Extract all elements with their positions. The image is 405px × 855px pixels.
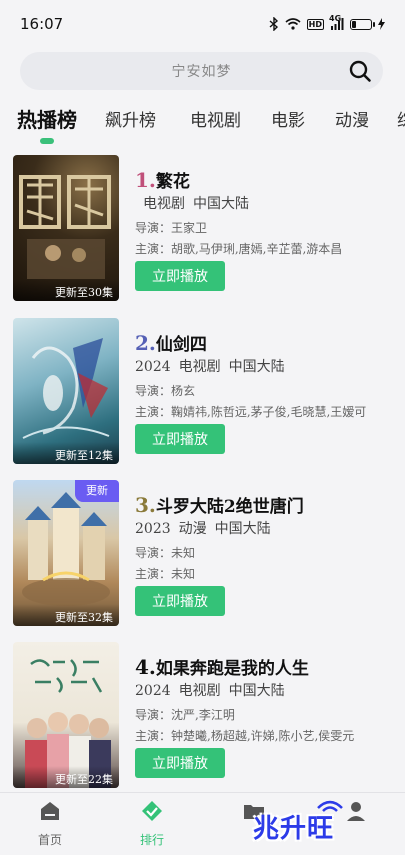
item-meta: 2024 电视剧 中国大陆 [135, 680, 285, 700]
update-label: 更新至22集 [13, 766, 119, 788]
play-button[interactable]: 立即播放 [135, 261, 225, 291]
item-region: 中国大陆 [193, 196, 249, 212]
tab-indicator [40, 138, 54, 144]
item-cast: 主演：鞠婧祎,陈哲远,茅子俊,毛晓慧,王嫒可 [135, 405, 367, 419]
search-icon[interactable] [348, 59, 372, 83]
title-text: 仙剑四 [155, 335, 207, 355]
update-badge: 更新 [75, 480, 119, 502]
item-cast: 主演：未知 [135, 567, 196, 581]
nav-home[interactable]: 首页 [20, 799, 80, 848]
item-region: 中国大陆 [214, 521, 271, 537]
rank-number: 2. [135, 331, 156, 355]
ranking-icon [142, 801, 162, 821]
search-placeholder: 宁安如梦 [171, 64, 232, 80]
tab-variety[interactable]: 综 [397, 106, 405, 131]
watermark-text: 兆升旺 [253, 814, 335, 844]
hd-icon: HD [306, 18, 324, 30]
home-icon [41, 802, 59, 820]
poster-image[interactable]: 更新至30集 [13, 155, 119, 301]
tab-tv-series[interactable]: 电视剧 [190, 106, 241, 131]
item-meta: 电视剧 中国大陆 [135, 193, 249, 213]
status-icons: HD 4G [269, 14, 385, 31]
item-region: 中国大陆 [228, 359, 285, 375]
update-label: 更新至30集 [13, 279, 119, 301]
update-label: 更新至12集 [13, 442, 119, 464]
bluetooth-icon [269, 17, 279, 31]
item-title[interactable]: 4.如果奔跑是我的人生 [135, 654, 309, 679]
item-cast: 主演：胡歌,马伊琍,唐嫣,辛芷蕾,游本昌 [135, 242, 343, 256]
item-type: 电视剧 [143, 196, 185, 212]
battery-icon [350, 18, 375, 30]
rank-number: 3. [135, 493, 156, 517]
item-title[interactable]: 1.繁花 [135, 167, 190, 192]
search-bar[interactable]: 宁安如梦 [20, 52, 383, 90]
item-type: 电视剧 [178, 359, 221, 375]
network-label: 4G [329, 14, 342, 23]
item-director: 导演：未知 [135, 546, 196, 560]
tab-hot[interactable]: 热播榜 [17, 104, 77, 133]
item-year: 2024 [135, 359, 171, 375]
signal-icon: 4G [329, 14, 344, 30]
item-director: 导演：王家卫 [135, 221, 208, 235]
title-text: 如果奔跑是我的人生 [155, 659, 309, 679]
item-title[interactable]: 2.仙剑四 [135, 330, 207, 355]
list-item[interactable]: 更新至12集 2.仙剑四 2024 电视剧 中国大陆 导演：杨玄 主演：鞠婧祎,陈哲… [13, 318, 398, 466]
title-text: 斗罗大陆2绝世唐门 [155, 497, 304, 517]
nav-ranking[interactable]: 排行 [122, 799, 182, 848]
item-type: 动漫 [178, 521, 207, 537]
wifi-icon [285, 18, 301, 30]
status-bar: 16:07 HD 4G [0, 0, 405, 48]
rank-number: 1. [135, 168, 156, 192]
tab-anime[interactable]: 动漫 [335, 106, 369, 131]
update-label: 更新至32集 [13, 604, 119, 626]
item-director: 导演：杨玄 [135, 384, 196, 398]
nav-home-label: 首页 [37, 833, 62, 847]
poster-image[interactable]: 更新至22集 [13, 642, 119, 788]
item-region: 中国大陆 [228, 683, 285, 699]
item-cast: 主演：钟楚曦,杨超越,许娣,陈小艺,侯雯元 [135, 729, 355, 743]
charging-icon [378, 18, 385, 30]
play-button[interactable]: 立即播放 [135, 424, 225, 454]
list-item[interactable]: 更新至22集 4.如果奔跑是我的人生 2024 电视剧 中国大陆 导演：沈严,李江明… [13, 642, 398, 790]
item-director: 导演：沈严,李江明 [135, 708, 235, 722]
item-title[interactable]: 3.斗罗大陆2绝世唐门 [135, 492, 304, 517]
status-time: 16:07 [20, 15, 64, 33]
nav-ranking-label: 排行 [139, 833, 164, 847]
tab-movie[interactable]: 电影 [271, 106, 305, 131]
poster-image[interactable]: 更新 更新至32集 [13, 480, 119, 626]
item-year: 2023 [135, 521, 171, 537]
tab-rising[interactable]: 飙升榜 [105, 106, 156, 131]
list-item[interactable]: 更新 更新至32集 3.斗罗大陆2绝世唐门 2023 动漫 中国大陆 导演：未知 主… [13, 480, 398, 628]
play-button[interactable]: 立即播放 [135, 748, 225, 778]
title-text: 繁花 [155, 172, 190, 192]
watermark-logo: 兆升旺 [253, 800, 373, 852]
item-year: 2024 [135, 683, 171, 699]
item-meta: 2023 动漫 中国大陆 [135, 518, 271, 538]
list-item[interactable]: 更新至30集 1.繁花 电视剧 中国大陆 导演：王家卫 主演：胡歌,马伊琍,唐嫣,… [13, 155, 398, 303]
wifi-arc-icon [317, 800, 343, 812]
item-type: 电视剧 [178, 683, 221, 699]
category-tabs: 热播榜 飙升榜 电视剧 电影 动漫 综 [0, 100, 405, 142]
play-button[interactable]: 立即播放 [135, 586, 225, 616]
rank-number: 4. [135, 655, 156, 679]
item-meta: 2024 电视剧 中国大陆 [135, 356, 285, 376]
poster-image[interactable]: 更新至12集 [13, 318, 119, 464]
